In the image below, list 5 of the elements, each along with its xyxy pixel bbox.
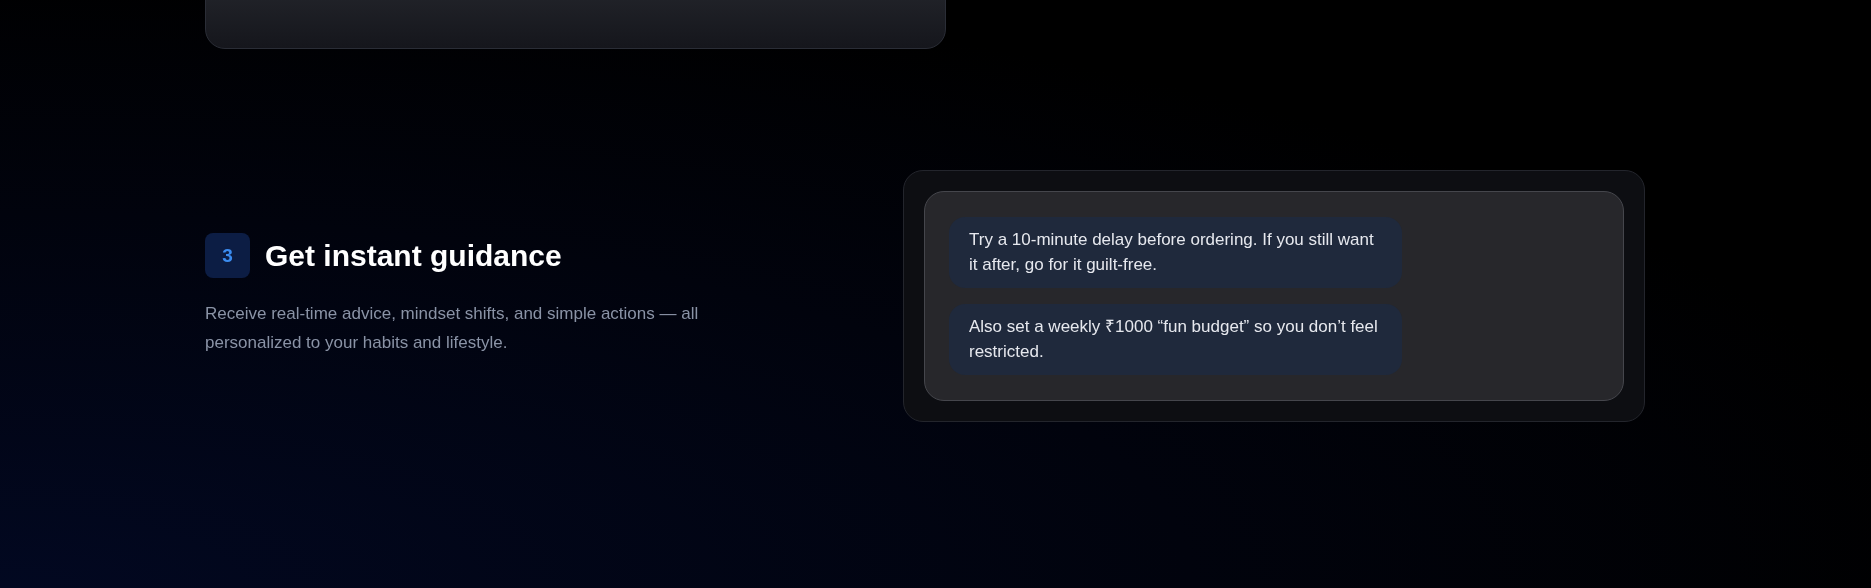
chat-bubble: Try a 10-minute delay before ordering. If you still want it after, go for it guilt-free. <box>949 217 1402 288</box>
step-title: Get instant guidance <box>265 238 562 273</box>
step-description: Receive real-time advice, mindset shifts, and simple actions — all personalized to your habits and lifestyle. <box>205 303 700 354</box>
chat-bubble: Also set a weekly ₹1000 “fun budget” so you don’t feel restricted. <box>949 304 1402 375</box>
step-number: 3 <box>205 233 250 278</box>
